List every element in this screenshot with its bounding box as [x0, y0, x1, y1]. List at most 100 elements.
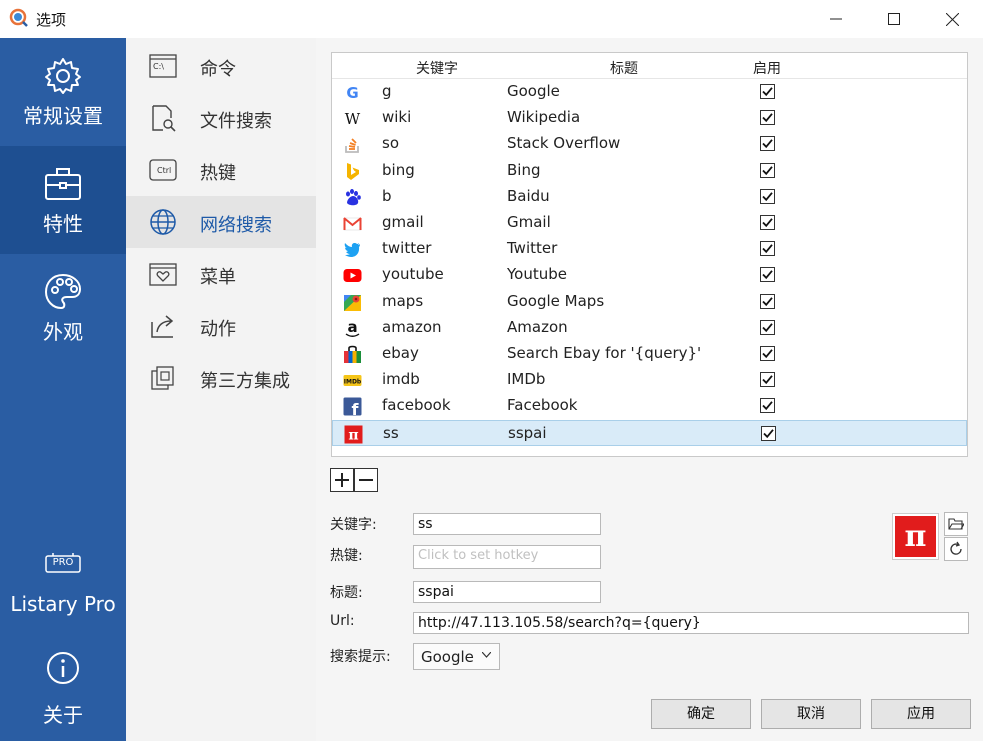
sub-navigation: C:\ 命令 文件搜索 Ctrl 热键 网络搜索 菜单 动作 第三方集成: [126, 38, 316, 741]
sspai-large-icon: π: [904, 519, 927, 554]
nav-features[interactable]: 特性: [0, 146, 126, 254]
subnav-item-file-search[interactable]: 文件搜索: [126, 92, 316, 144]
apply-button[interactable]: 应用: [871, 699, 971, 729]
nav-general-settings[interactable]: 常规设置: [0, 38, 126, 146]
header-enabled[interactable]: 启用: [753, 58, 781, 78]
row-enabled-checkbox[interactable]: [760, 293, 775, 309]
window-title: 选项: [36, 11, 67, 29]
nav-about[interactable]: 关于: [0, 635, 126, 741]
row-enabled-checkbox[interactable]: [760, 346, 775, 361]
row-enabled-checkbox[interactable]: [760, 398, 775, 414]
table-row[interactable]: gmail Gmail: [332, 210, 967, 236]
nav-listary-pro[interactable]: PRO Listary Pro: [0, 538, 126, 630]
header-title[interactable]: 标题: [610, 58, 638, 78]
row-enabled-checkbox[interactable]: [760, 188, 775, 204]
add-engine-button[interactable]: [330, 468, 354, 492]
reset-icon-button[interactable]: [944, 537, 968, 561]
stackoverflow-icon: [343, 135, 362, 154]
row-enabled-checkbox[interactable]: [760, 241, 775, 257]
row-title: Stack Overflow: [507, 134, 621, 153]
row-enabled-checkbox[interactable]: [760, 215, 775, 230]
file-search-icon: [152, 105, 176, 132]
row-keyword: maps: [382, 291, 424, 310]
keyword-input[interactable]: ss: [413, 513, 601, 535]
table-row[interactable]: Gg Google: [332, 79, 967, 105]
title-input[interactable]: sspai: [413, 581, 601, 603]
row-title: IMDb: [507, 370, 546, 389]
hotkey-input[interactable]: Click to set hotkey: [413, 545, 601, 569]
row-title: Bing: [507, 160, 541, 179]
row-keyword: wiki: [382, 108, 412, 127]
folder-open-icon: [948, 518, 964, 530]
wikipedia-icon: W: [343, 109, 362, 128]
subnav-item-command[interactable]: C:\ 命令: [126, 40, 316, 92]
youtube-icon: [343, 266, 362, 285]
refresh-icon: [950, 541, 962, 555]
table-header: 关键字 标题 启用: [332, 53, 967, 79]
table-row[interactable]: ebay Search Ebay for '{query}': [332, 341, 967, 367]
row-enabled-checkbox[interactable]: [761, 425, 776, 441]
url-input[interactable]: http://47.113.105.58/search?q={query}: [413, 612, 969, 634]
subnav-item-menu[interactable]: 菜单: [126, 248, 316, 300]
baidu-icon: [343, 188, 362, 207]
integration-icon: [151, 366, 174, 390]
table-row[interactable]: maps Google Maps: [332, 289, 967, 315]
maximize-button[interactable]: [871, 0, 917, 38]
subnav-item-integration[interactable]: 第三方集成: [126, 352, 316, 404]
toolbox-icon: [45, 168, 81, 200]
minimize-button[interactable]: [813, 0, 859, 38]
header-keyword[interactable]: 关键字: [416, 58, 458, 78]
nav-pro-label: Listary Pro: [10, 592, 116, 616]
row-keyword: so: [382, 134, 399, 153]
row-enabled-checkbox[interactable]: [760, 162, 775, 178]
svg-text:π: π: [348, 427, 358, 443]
info-icon: [47, 652, 79, 684]
palette-icon: [44, 273, 82, 310]
table-row[interactable]: youtube Youtube: [332, 262, 967, 288]
cancel-button[interactable]: 取消: [761, 699, 861, 729]
keyword-label: 关键字:: [330, 517, 377, 533]
row-title: Amazon: [507, 317, 568, 336]
close-icon: [945, 12, 959, 26]
row-title: Baidu: [507, 186, 550, 205]
row-enabled-checkbox[interactable]: [760, 84, 775, 99]
browse-icon-button[interactable]: [944, 512, 968, 536]
remove-engine-button[interactable]: [354, 468, 378, 492]
share-arrow-icon: [151, 315, 174, 338]
engine-icon-preview[interactable]: π: [892, 513, 939, 560]
table-row[interactable]: b Baidu: [332, 184, 967, 210]
row-enabled-checkbox[interactable]: [760, 372, 775, 388]
row-title: Wikipedia: [507, 108, 581, 127]
url-label: Url:: [330, 613, 355, 629]
nav-appearance[interactable]: 外观: [0, 254, 126, 362]
row-title: Search Ebay for '{query}': [507, 344, 702, 362]
close-button[interactable]: [929, 0, 975, 38]
svg-text:IMDb: IMDb: [344, 379, 362, 386]
table-row[interactable]: Wwiki Wikipedia: [332, 105, 967, 131]
table-row[interactable]: IMDb imdb IMDb: [332, 367, 967, 393]
ok-button[interactable]: 确定: [651, 699, 751, 729]
row-keyword: ss: [383, 423, 399, 442]
subnav-item-action[interactable]: 动作: [126, 300, 316, 352]
row-enabled-checkbox[interactable]: [760, 267, 775, 283]
subnav-item-web-search[interactable]: 网络搜索: [126, 196, 316, 248]
listary-app-icon: [9, 8, 28, 27]
table-row[interactable]: f facebook Facebook: [332, 393, 967, 419]
table-row[interactable]: π ss sspai: [332, 419, 967, 446]
table-row[interactable]: so Stack Overflow: [332, 131, 967, 157]
row-enabled-checkbox[interactable]: [760, 136, 775, 152]
row-enabled-checkbox[interactable]: [760, 319, 775, 335]
row-enabled-checkbox[interactable]: [760, 110, 775, 126]
row-title: Google: [507, 82, 560, 100]
imdb-icon: IMDb: [343, 371, 362, 390]
table-row[interactable]: bing Bing: [332, 158, 967, 184]
hotkey-label: 热键:: [330, 548, 363, 564]
row-keyword: youtube: [382, 265, 444, 284]
row-title: Google Maps: [507, 291, 605, 310]
svg-text:a: a: [347, 319, 357, 336]
table-row[interactable]: a amazon Amazon: [332, 315, 967, 341]
table-row[interactable]: twitter Twitter: [332, 236, 967, 262]
suggestion-select[interactable]: Google: [413, 643, 500, 670]
nav-general-label: 常规设置: [23, 104, 103, 128]
subnav-item-hotkey[interactable]: Ctrl 热键: [126, 144, 316, 196]
